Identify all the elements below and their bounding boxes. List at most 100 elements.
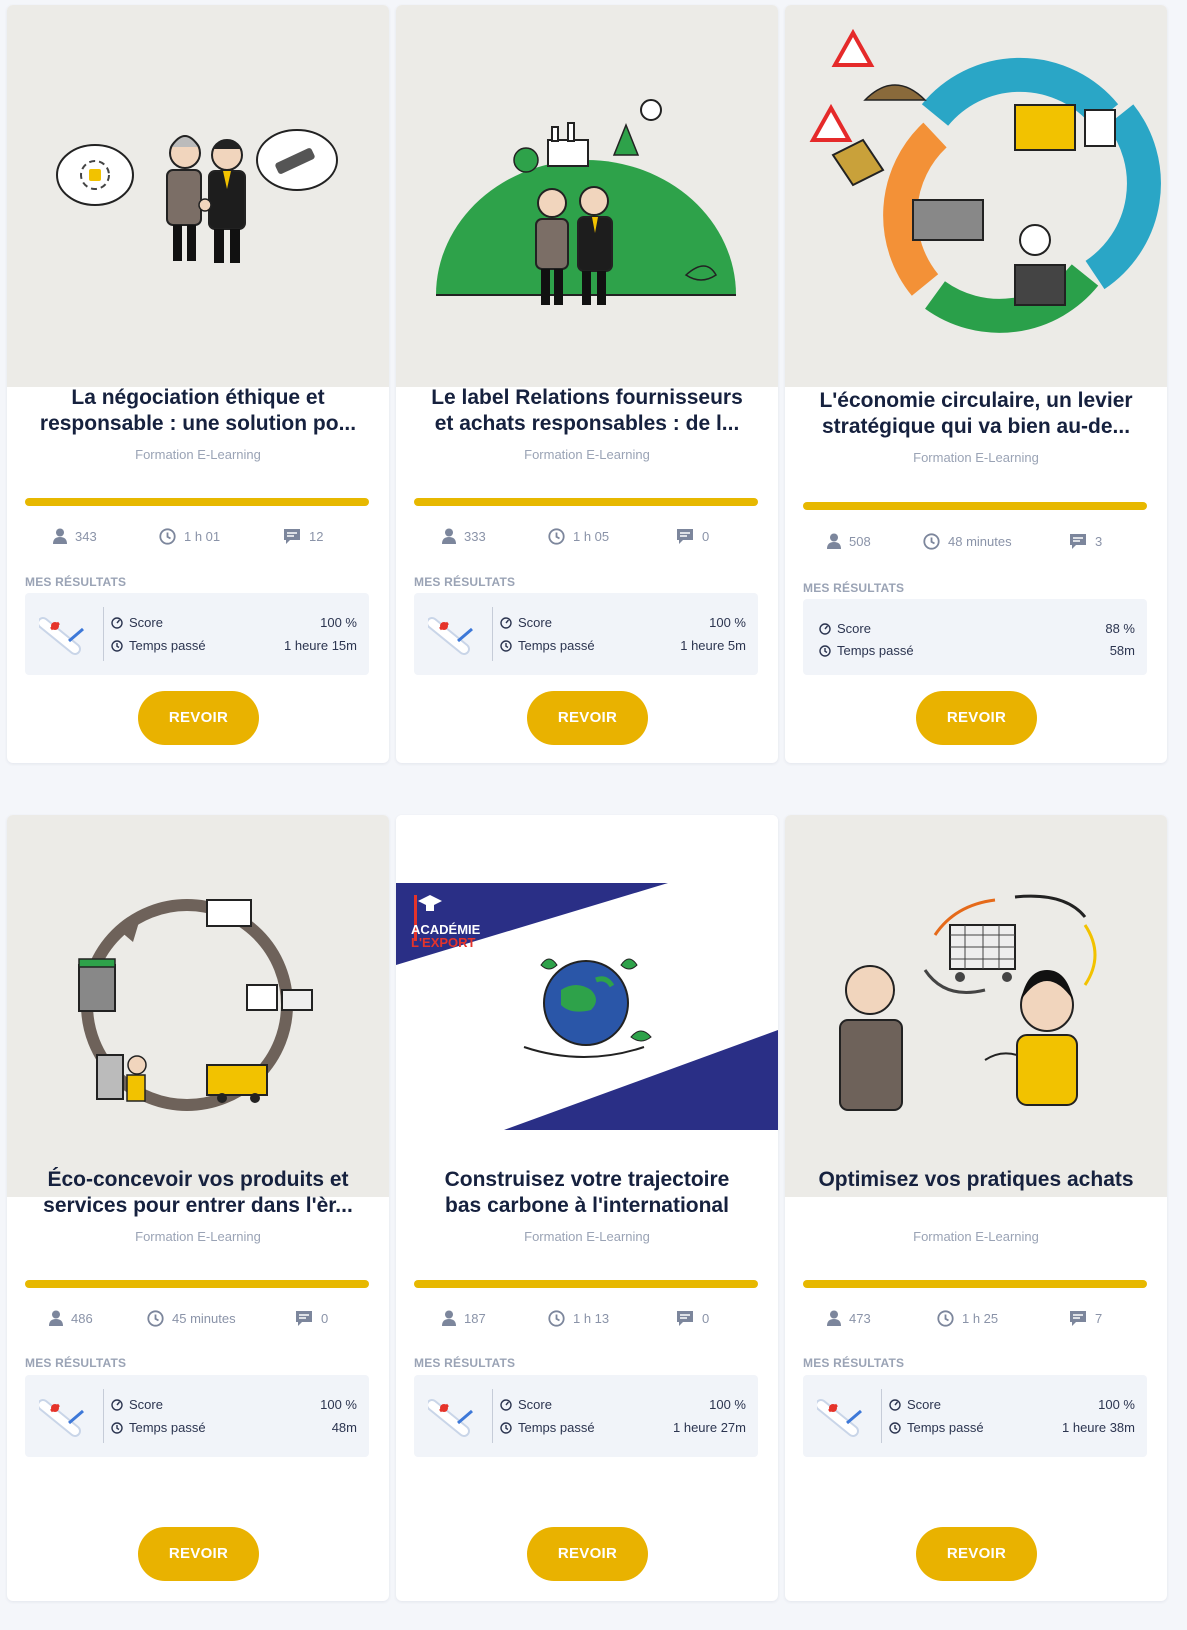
time-value: 1 heure 15m — [284, 638, 357, 653]
stat-users: 486 — [49, 1310, 93, 1326]
stat-users: 333 — [442, 528, 486, 544]
score-value: 100 % — [709, 1397, 746, 1412]
progress-bar — [25, 498, 369, 506]
course-thumbnail[interactable] — [7, 815, 389, 1197]
divider — [103, 607, 104, 661]
review-button[interactable]: REVOIR — [527, 691, 648, 745]
time-value: 48m — [331, 1420, 357, 1435]
results-box: Score 100 % Temps passé 1 heure 27m — [414, 1375, 758, 1457]
score-value: 100 % — [1098, 1397, 1135, 1412]
user-icon — [442, 528, 456, 544]
time-row: Temps passé 1 heure 15m — [111, 638, 357, 656]
divider — [881, 1389, 882, 1443]
course-card: La négociation éthique et responsable : … — [7, 5, 389, 763]
review-button[interactable]: REVOIR — [916, 691, 1037, 745]
stat-users-value: 486 — [71, 1310, 93, 1326]
time-row: Temps passé 1 heure 5m — [500, 638, 746, 656]
course-title[interactable]: Optimisez vos pratiques achats — [797, 1167, 1155, 1193]
course-card: Éco-concevoir vos produits et services p… — [7, 815, 389, 1601]
review-button[interactable]: REVOIR — [138, 691, 259, 745]
clock-icon — [500, 639, 512, 652]
stat-users-value: 508 — [849, 533, 871, 549]
stat-comments-value: 7 — [1095, 1311, 1103, 1326]
course-stats: 508 48 minutes 3 — [785, 533, 1167, 553]
score-row: Score 100 % — [889, 1397, 1135, 1415]
stat-comments-value: 0 — [702, 529, 710, 544]
stat-comments: 7 — [1069, 1310, 1102, 1327]
stat-users: 508 — [827, 533, 871, 549]
course-title-line: responsable : une solution po... — [39, 412, 357, 435]
stat-duration-value: 45 minutes — [172, 1311, 236, 1326]
time-value: 1 heure 38m — [1062, 1420, 1135, 1435]
course-title-line: Le label Relations fournisseurs — [431, 386, 743, 409]
course-thumbnail[interactable] — [785, 5, 1167, 387]
time-row: Temps passé 48m — [111, 1420, 357, 1438]
stat-users-value: 333 — [464, 528, 486, 544]
results-label: MES RÉSULTATS — [414, 1356, 516, 1370]
divider — [492, 1389, 493, 1443]
academie-export-illustration — [396, 883, 778, 1130]
time-row: Temps passé 1 heure 27m — [500, 1420, 746, 1438]
score-value: 100 % — [320, 615, 357, 630]
course-thumbnail[interactable] — [785, 815, 1167, 1197]
clock-icon — [548, 528, 565, 545]
stat-duration-value: 1 h 25 — [962, 1311, 999, 1326]
course-title[interactable]: La négociation éthique et responsable : … — [19, 385, 377, 437]
score-gauge-icon — [500, 616, 512, 629]
score-gauge-icon — [111, 1398, 123, 1411]
score-label: Score — [837, 621, 871, 636]
diploma-icon — [39, 1399, 84, 1437]
course-thumbnail[interactable] — [396, 5, 778, 387]
stat-users-value: 473 — [849, 1310, 871, 1326]
score-value: 88 % — [1105, 621, 1135, 636]
course-thumbnail[interactable] — [7, 5, 389, 387]
results-label: MES RÉSULTATS — [803, 581, 905, 595]
stat-duration: 45 minutes — [147, 1310, 236, 1327]
course-type: Formation E-Learning — [524, 447, 650, 462]
review-button[interactable]: REVOIR — [916, 1527, 1037, 1581]
course-stats: 486 45 minutes 0 — [7, 1310, 389, 1330]
comment-icon — [677, 529, 693, 544]
score-row: Score 100 % — [111, 1397, 357, 1415]
review-button[interactable]: REVOIR — [138, 1527, 259, 1581]
clock-icon — [923, 533, 940, 550]
results-box: Score 100 % Temps passé 1 heure 38m — [803, 1375, 1147, 1457]
course-card: L'économie circulaire, un levier stratég… — [785, 5, 1167, 763]
stat-comments: 0 — [676, 528, 709, 545]
results-box: Score 100 % Temps passé 1 heure 5m — [414, 593, 758, 675]
stat-users: 473 — [827, 1310, 871, 1326]
score-label: Score — [518, 615, 552, 630]
clock-icon — [819, 644, 831, 657]
stat-duration-value: 1 h 05 — [573, 529, 610, 544]
user-icon — [827, 1310, 841, 1326]
course-title-line: et achats responsables : de l... — [434, 412, 740, 435]
shopping-cart-illustration — [839, 894, 1097, 1111]
stat-duration-value: 1 h 13 — [573, 1311, 610, 1326]
clock-icon — [111, 1421, 123, 1434]
time-value: 58m — [1109, 643, 1135, 658]
results-label: MES RÉSULTATS — [803, 1356, 905, 1370]
score-label: Score — [129, 615, 163, 630]
results-box: Score 88 % Temps passé 58m — [803, 599, 1147, 675]
course-type: Formation E-Learning — [135, 1229, 261, 1244]
review-button[interactable]: REVOIR — [527, 1527, 648, 1581]
course-type: Formation E-Learning — [913, 1229, 1039, 1244]
clock-icon — [111, 639, 123, 652]
course-title[interactable]: Éco-concevoir vos produits et services p… — [19, 1167, 377, 1219]
course-title[interactable]: Le label Relations fournisseurs et achat… — [408, 385, 766, 437]
stat-comments-value: 0 — [321, 1311, 329, 1326]
stat-duration: 1 h 01 — [159, 528, 220, 545]
diploma-icon — [39, 617, 84, 655]
stat-users-value: 343 — [75, 528, 97, 544]
course-thumbnail[interactable]: ACADÉMIE L'EXPORT — [396, 815, 778, 1197]
course-title[interactable]: Construisez votre trajectoire bas carbon… — [408, 1167, 766, 1219]
course-title[interactable]: L'économie circulaire, un levier stratég… — [797, 388, 1155, 440]
diploma-icon — [428, 1399, 473, 1437]
stat-comments: 12 — [283, 528, 323, 545]
score-row: Score 100 % — [500, 615, 746, 633]
course-title-line: services pour entrer dans l'èr... — [43, 1194, 353, 1217]
time-label: Temps passé — [518, 638, 595, 653]
results-box: Score 100 % Temps passé 48m — [25, 1375, 369, 1457]
comment-icon — [1070, 534, 1086, 549]
score-row: Score 88 % — [819, 621, 1135, 639]
